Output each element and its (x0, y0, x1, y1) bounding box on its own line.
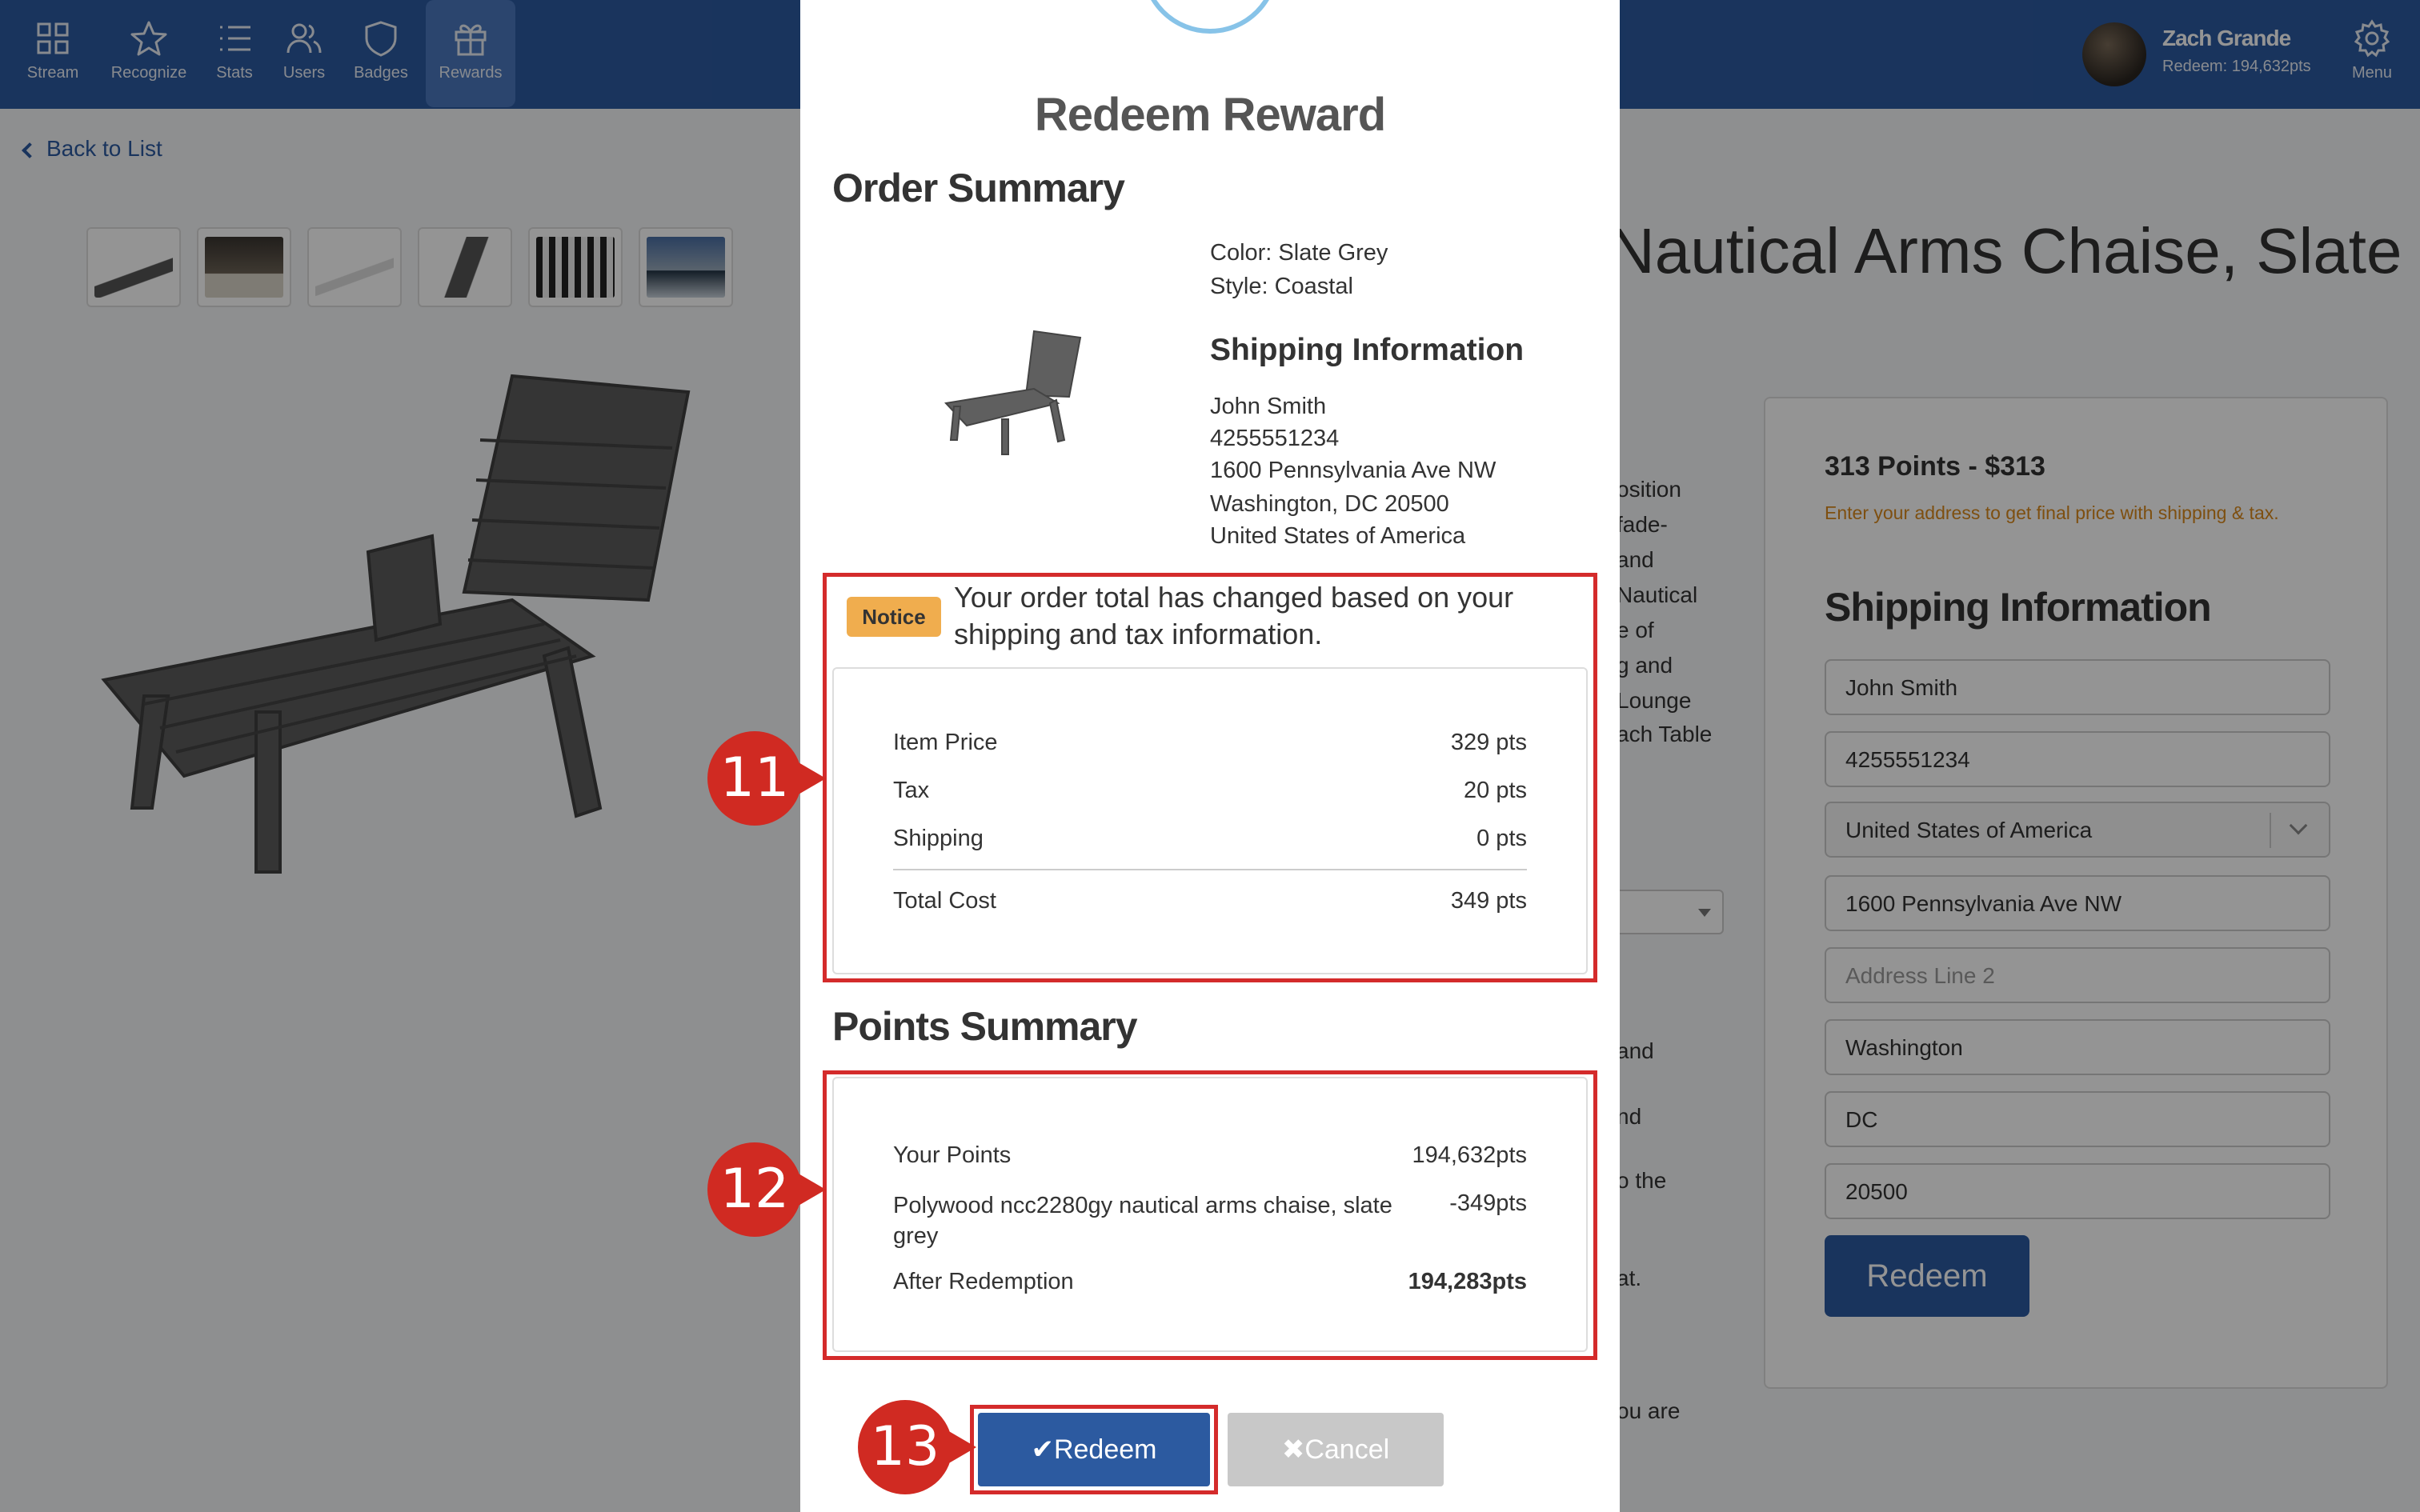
divider (893, 869, 1527, 870)
color-label: Color: Slate Grey (1210, 240, 1388, 266)
order-product-image (944, 330, 1082, 455)
after-redemption-label: After Redemption (893, 1269, 1074, 1294)
order-summary-heading: Order Summary (832, 166, 1125, 210)
callout-12: 12 (707, 1142, 827, 1237)
redeemed-item-value: -349pts (1449, 1190, 1527, 1216)
callout-number: 11 (719, 746, 790, 810)
after-redemption-value: 194,283pts (1408, 1269, 1527, 1294)
modal-shipping-heading: Shipping Information (1210, 333, 1525, 367)
item-price-value: 329 pts (1450, 730, 1527, 755)
modal-title: Redeem Reward (1034, 89, 1386, 141)
ship-name: John Smith (1210, 394, 1327, 419)
callout-number: 12 (719, 1158, 790, 1221)
notice-text: Your order total has changed based on yo… (954, 581, 1514, 650)
modal-cancel-button[interactable]: ✖Cancel (1228, 1413, 1444, 1486)
callout-number: 13 (870, 1415, 940, 1478)
your-points-label: Your Points (893, 1142, 1012, 1168)
total-cost-label: Total Cost (893, 888, 996, 914)
ship-country: United States of America (1210, 523, 1466, 549)
ship-city-state-zip: Washington, DC 20500 (1210, 491, 1449, 517)
points-summary-heading: Points Summary (832, 1004, 1138, 1049)
total-cost-value: 349 pts (1450, 888, 1527, 914)
tax-label: Tax (893, 778, 930, 803)
ship-phone: 4255551234 (1210, 426, 1340, 451)
info-circle-icon (1141, 0, 1279, 34)
shipping-value: 0 pts (1476, 826, 1527, 851)
modal-redeem-button[interactable]: ✔Redeem (978, 1413, 1210, 1486)
style-label: Style: Coastal (1210, 274, 1353, 299)
callout-13: 13 (858, 1400, 978, 1494)
ship-address: 1600 Pennsylvania Ave NW (1210, 458, 1496, 483)
your-points-value: 194,632pts (1412, 1142, 1527, 1168)
callout-11: 11 (707, 731, 827, 826)
redeem-modal: Redeem Reward Order Summary Color: Slate… (800, 0, 1620, 1512)
notice-badge: Notice (847, 597, 941, 637)
shipping-label: Shipping (893, 826, 984, 851)
redeemed-item-label: Polywood ncc2280gy nautical arms chaise,… (893, 1193, 1392, 1249)
cost-panel (832, 667, 1588, 974)
item-price-label: Item Price (893, 730, 998, 755)
tax-value: 20 pts (1464, 778, 1527, 803)
